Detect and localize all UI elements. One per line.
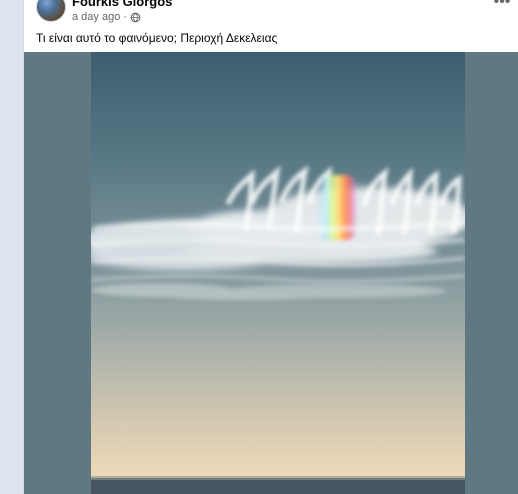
post-meta: a day ago ·	[72, 10, 141, 24]
globe-icon	[130, 12, 141, 23]
more-options-button[interactable]: •••	[492, 0, 512, 10]
post-header: Fourkis Giorgos a day ago · •••	[24, 0, 518, 28]
sky-photo-graphic	[91, 52, 465, 494]
viewport-frame: Fourkis Giorgos a day ago · ••• Τι είναι…	[0, 0, 518, 494]
post-media[interactable]	[24, 52, 518, 494]
post-card: Fourkis Giorgos a day ago · ••• Τι είναι…	[24, 0, 518, 494]
author-avatar[interactable]	[36, 0, 66, 22]
left-gutter	[0, 0, 24, 494]
sky-photo[interactable]	[91, 52, 465, 494]
post-text: Τι είναι αυτό το φαινόμενο; Περιοχή Δεκε…	[36, 31, 278, 45]
post-timestamp[interactable]: a day ago	[72, 11, 120, 23]
author-name[interactable]: Fourkis Giorgos	[72, 0, 172, 9]
meta-separator: ·	[123, 11, 127, 23]
more-horizontal-icon: •••	[493, 0, 511, 10]
